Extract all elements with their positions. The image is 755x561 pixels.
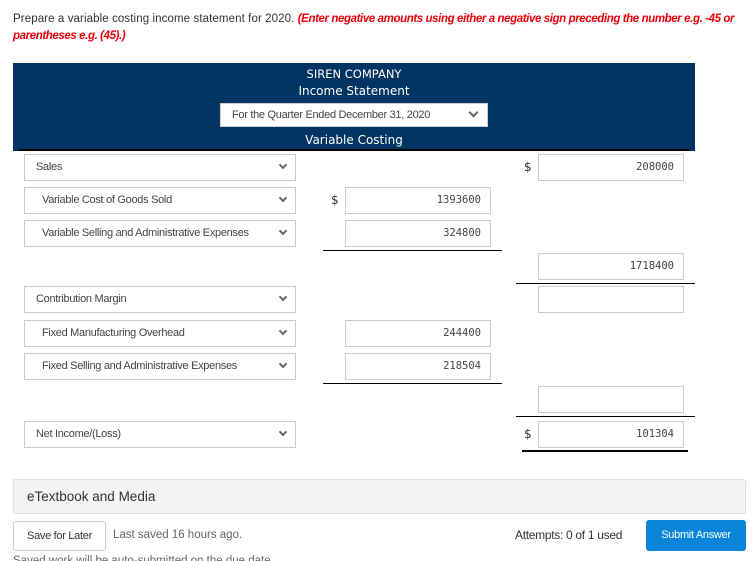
subtotal-rule: [323, 250, 502, 251]
etextbook-media-panel[interactable]: eTextbook and Media: [13, 479, 746, 514]
amount-input[interactable]: 324800: [345, 220, 491, 247]
total-double-rule: [522, 450, 688, 452]
chevron-down-icon: [278, 292, 288, 302]
line-item-label: Contribution Margin: [36, 293, 127, 305]
amount-input[interactable]: 208000: [538, 154, 684, 181]
line-item-select[interactable]: Fixed Manufacturing Overhead: [24, 320, 296, 347]
line-item-select[interactable]: Fixed Selling and Administrative Expense…: [24, 353, 296, 380]
subtotal-rule: [516, 283, 695, 284]
line-item-select[interactable]: Variable Selling and Administrative Expe…: [24, 220, 296, 247]
line-item-select[interactable]: Contribution Margin: [24, 286, 296, 313]
attempts-counter: Attempts: 0 of 1 used: [515, 528, 623, 542]
chevron-down-icon: [278, 226, 288, 236]
statement-subtitle: Variable Costing: [305, 133, 403, 147]
chevron-down-icon: [278, 359, 288, 369]
submit-answer-button[interactable]: Submit Answer: [646, 520, 746, 551]
subtotal-rule: [516, 416, 695, 417]
currency-symbol: $: [524, 427, 532, 441]
instructions-text: Prepare a variable costing income statem…: [13, 13, 295, 25]
statement-header: SIREN COMPANY Income Statement For the Q…: [13, 63, 695, 151]
currency-symbol: $: [331, 193, 339, 207]
save-for-later-button[interactable]: Save for Later: [13, 521, 106, 551]
subtotal-rule: [323, 383, 502, 384]
amount-input[interactable]: 101304: [538, 421, 684, 448]
instructions: Prepare a variable costing income statem…: [13, 11, 743, 45]
period-select[interactable]: For the Quarter Ended December 31, 2020: [220, 103, 488, 127]
amount-input[interactable]: [538, 286, 684, 313]
chevron-down-icon: [278, 427, 288, 437]
company-name: SIREN COMPANY: [306, 67, 402, 81]
line-item-select[interactable]: Variable Cost of Goods Sold: [24, 187, 296, 214]
statement-title: Income Statement: [298, 84, 410, 98]
line-item-select[interactable]: Sales: [24, 154, 296, 181]
line-item-label: Variable Selling and Administrative Expe…: [42, 227, 249, 239]
period-select-value: For the Quarter Ended December 31, 2020: [232, 109, 431, 121]
line-item-select[interactable]: Net Income/(Loss): [24, 421, 296, 448]
amount-input[interactable]: 1718400: [538, 253, 684, 280]
last-saved-status: Last saved 16 hours ago.: [113, 529, 243, 541]
line-item-label: Sales: [36, 161, 63, 173]
line-item-label: Fixed Selling and Administrative Expense…: [42, 360, 237, 372]
amount-input[interactable]: 218504: [345, 353, 491, 380]
line-item-label: Variable Cost of Goods Sold: [42, 194, 172, 206]
auto-submit-note: Saved work will be auto-submitted on the…: [13, 555, 274, 561]
line-item-label: Net Income/(Loss): [36, 428, 121, 440]
amount-input[interactable]: [538, 386, 684, 413]
chevron-down-icon: [278, 160, 288, 170]
amount-input[interactable]: 244400: [345, 320, 491, 347]
amount-input[interactable]: 1393600: [345, 187, 491, 214]
chevron-down-icon: [278, 326, 288, 336]
chevron-down-icon: [278, 193, 288, 203]
currency-symbol: $: [524, 160, 532, 174]
header-divider: [19, 149, 689, 151]
chevron-down-icon: [468, 107, 479, 118]
line-item-label: Fixed Manufacturing Overhead: [42, 327, 185, 339]
